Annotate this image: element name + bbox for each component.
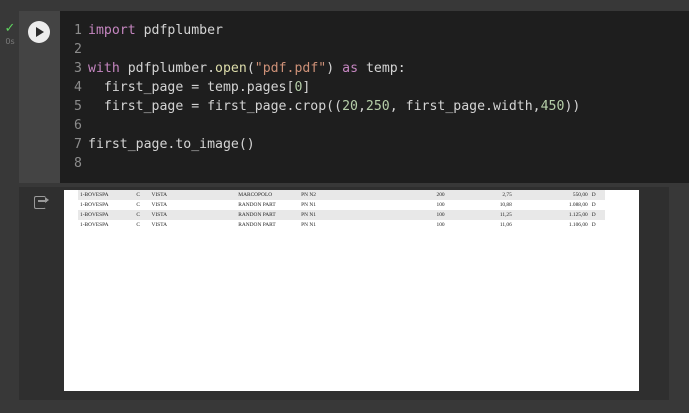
table-cell: 200	[392, 190, 447, 200]
table-cell: 2,75	[446, 190, 514, 200]
table-cell: C	[136, 202, 140, 208]
code-line[interactable]: 1 import pdfplumber	[60, 21, 223, 40]
table-cell: VISTA	[151, 202, 167, 208]
table-cell: 550,00	[513, 190, 590, 200]
line-number: 7	[74, 137, 82, 152]
line-number: 3	[74, 61, 82, 76]
code-token: import	[88, 23, 136, 38]
table-cell: RANDON PART	[238, 202, 276, 208]
code-token: as	[342, 61, 359, 76]
code-token: ]	[302, 80, 311, 95]
code-token: temp:	[358, 61, 406, 76]
code-line[interactable]: 7 first_page.to_image()	[60, 135, 255, 154]
run-cell-button[interactable]	[28, 21, 50, 43]
code-token: 20	[342, 99, 358, 114]
table-row: 1-BOVESPA C VISTA MARCOPOLO PN N2 200 2,75 550,…	[78, 190, 605, 200]
table-cell: VISTA	[149, 210, 237, 220]
check-icon: ✓	[4, 21, 16, 36]
table-cell: 1-BOVESPA	[80, 202, 109, 208]
table-cell: 1.088,00	[568, 202, 588, 208]
table-cell: 1.106,00	[568, 222, 588, 228]
line-number: 4	[74, 80, 82, 95]
code-token: open	[215, 61, 247, 76]
code-token: ))	[564, 99, 581, 114]
code-token: with	[88, 61, 120, 76]
line-number: 1	[74, 23, 82, 38]
table-cell: 1-BOVESPA	[78, 190, 135, 200]
table-cell: MARCOPOLO	[236, 190, 300, 200]
table-cell: PN N1	[299, 210, 356, 220]
execution-time: 0s	[5, 37, 15, 46]
code-token: (	[246, 61, 255, 76]
code-token: "pdf.pdf"	[254, 61, 327, 76]
table-cell: D	[591, 222, 596, 228]
code-token: first_page = first_page.crop((	[88, 99, 343, 114]
table-cell: C	[136, 222, 140, 228]
code-token: , first_page.width,	[389, 99, 541, 114]
line-number: 2	[74, 42, 82, 57]
table-cell: 100	[392, 210, 447, 220]
table-cell: 1.125,00	[513, 210, 590, 220]
code-line[interactable]: 8	[60, 154, 88, 173]
table-row: 1-BOVESPA C VISTA RANDON PART PN N1 100 11,06 1…	[78, 220, 605, 230]
table-cell: 11,25	[446, 210, 514, 220]
table-cell: PN N1	[301, 222, 316, 228]
code-line[interactable]: 5 first_page = first_page.crop((20,250, …	[60, 97, 580, 116]
line-number: 8	[74, 156, 82, 171]
code-token: ,	[357, 99, 366, 114]
table-cell	[355, 190, 393, 200]
table-cell: PN N1	[301, 202, 316, 208]
line-number: 6	[74, 118, 82, 133]
code-token: first_page.to_image()	[88, 137, 255, 152]
play-icon	[36, 27, 44, 37]
code-token: pdfplumber.	[119, 61, 216, 76]
table-cell: D	[589, 210, 605, 220]
table-cell: RANDON PART	[236, 210, 300, 220]
cell-gutter	[19, 11, 60, 183]
code-token: 250	[365, 99, 390, 114]
output-redirect-icon[interactable]	[34, 196, 49, 209]
table-cell: 11,06	[499, 222, 512, 228]
code-line[interactable]: 4 first_page = temp.pages[0]	[60, 78, 310, 97]
table-cell: VISTA	[149, 190, 237, 200]
line-number: 5	[74, 99, 82, 114]
code-token: pdfplumber	[135, 23, 223, 38]
cell-output: 1-BOVESPA C VISTA MARCOPOLO PN N2 200 2,75 550,…	[19, 187, 669, 400]
code-token: )	[326, 61, 343, 76]
code-line[interactable]: 3 with pdfplumber.open("pdf.pdf") as temp…	[60, 59, 406, 78]
table-cell: VISTA	[151, 222, 167, 228]
table-cell: RANDON PART	[238, 222, 276, 228]
pdf-page-image: 1-BOVESPA C VISTA MARCOPOLO PN N2 200 2,75 550,…	[64, 190, 639, 391]
table-cell: 1-BOVESPA	[80, 222, 109, 228]
table-cell: 10,88	[499, 202, 512, 208]
table-cell	[355, 210, 393, 220]
code-token: 450	[540, 99, 565, 114]
table-cell: 100	[436, 202, 445, 208]
table-cell: D	[589, 190, 605, 200]
code-cell[interactable]: 1 import pdfplumber 2 3 with pdfplumber.open…	[19, 11, 689, 183]
table-row: 1-BOVESPA C VISTA RANDON PART PN N1 100 10,88 1…	[78, 200, 605, 210]
table-cell	[356, 200, 393, 210]
execution-status: ✓ 0s	[2, 22, 18, 46]
table-cell: 1-BOVESPA	[78, 210, 135, 220]
table-row: 1-BOVESPA C VISTA RANDON PART PN N1 100 11,25 1…	[78, 210, 605, 220]
code-editor[interactable]: 1 import pdfplumber 2 3 with pdfplumber.open…	[60, 11, 689, 183]
table-cell: C	[134, 210, 150, 220]
code-token: first_page = temp.pages[	[88, 80, 295, 95]
table-cell: PN N2	[299, 190, 356, 200]
code-line[interactable]: 6	[60, 116, 88, 135]
pdf-table: 1-BOVESPA C VISTA MARCOPOLO PN N2 200 2,75 550,…	[78, 190, 605, 230]
table-cell	[356, 220, 393, 230]
code-line[interactable]: 2	[60, 40, 88, 59]
table-cell: C	[134, 190, 150, 200]
table-cell: D	[591, 202, 596, 208]
table-cell: 100	[436, 222, 445, 228]
